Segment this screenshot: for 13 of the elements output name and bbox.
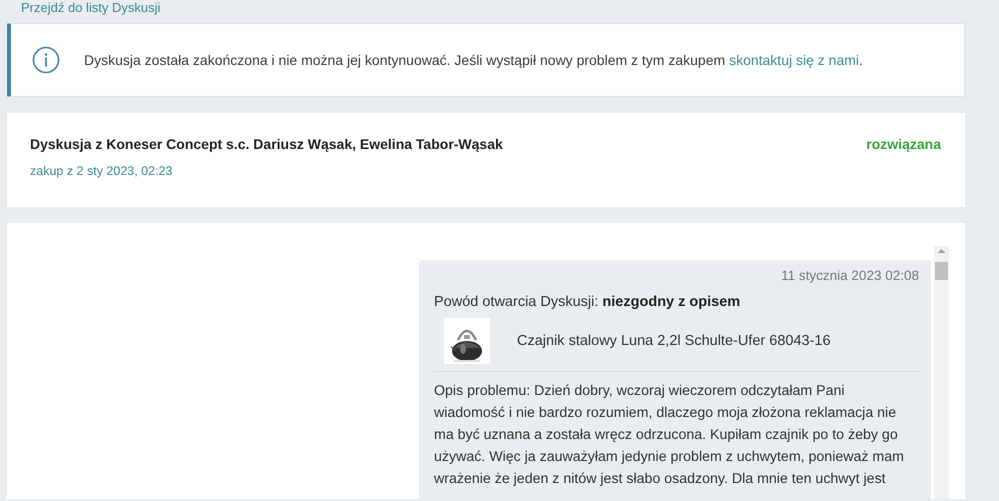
product-name: Czajnik stalowy Luna 2,2l Schulte-Ufer 68043-16	[517, 333, 831, 349]
scrollbar[interactable]	[934, 246, 949, 499]
reason-text: Powód otwarcia Dyskusji: niezgodny z opisem	[434, 294, 742, 310]
status-label: rozwiązana	[866, 136, 941, 154]
scroll-thumb[interactable]	[935, 262, 948, 280]
notice-text: Dyskusja została zakończona i nie można jej kontynuować. Jeśli wystąpił nowy problem z tym zakupem skontaktuj się z nami.	[84, 52, 863, 68]
discussion-title: Dyskusja z Koneser Concept s.c. Dariusz Wąsak, Ewelina Tabor-Wąsak	[30, 136, 503, 152]
contact-link[interactable]: skontaktuj się z nami	[729, 52, 860, 68]
message-date: 11 stycznia 2023 02:08	[780, 268, 919, 283]
back-link[interactable]: Przejdź do listy Dyskusji	[21, 0, 965, 15]
purchase-date: zakup z 2 sty 2023, 02:23	[30, 164, 174, 178]
info-icon	[32, 46, 60, 74]
message-text: Opis problemu: Dzień dobry, wczoraj wieczorem odczytałam Pani wiadomość i nie bardzo rozumiem, dlaczego moja złożona reklamacja nie ma być uznana a została wręcz odrzucona. Kupiłam czajnik po to żeby go używać. Więc ja zauważyłam jedynie problem z uchwytem, ponieważ mam wrażenie że jeden z nitów jest słabo osadzony. Dla mnie ten uchwyt jest	[434, 382, 905, 489]
